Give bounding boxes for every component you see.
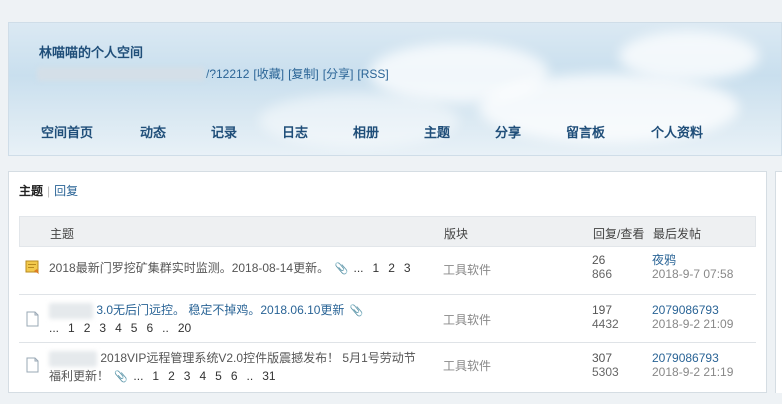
col-forum: 版块 [444, 227, 469, 241]
sidebar-edge [775, 171, 782, 393]
last-post: 夜鸦 2018-9-7 07:58 [652, 253, 733, 281]
table-row: 2018VIP远程管理系统V2.0控件版震撼发布！ 5月1号劳动节 福利更新！ … [19, 343, 756, 391]
space-url-line: /?12212 [收藏] [复制] [分享] [RSS] [37, 65, 389, 82]
last-post-user[interactable]: 2079086793 [652, 303, 733, 317]
page-link[interactable]: 2 [388, 261, 395, 275]
reply-count: 197 [592, 303, 613, 317]
thread-pager: ... 1 2 3 4 5 6.. 20 [49, 321, 200, 335]
page-link[interactable]: 20 [178, 321, 191, 335]
space-nav: 空间首页 动态 记录 日志 相册 主题 分享 留言板 个人资料 [9, 122, 781, 140]
space-url[interactable]: /?12212 [206, 67, 249, 81]
page-link[interactable]: 6 [146, 321, 153, 335]
last-post-user[interactable]: 夜鸦 [652, 253, 733, 267]
share-link[interactable]: [分享] [323, 65, 354, 82]
page-link[interactable]: 5 [215, 369, 222, 383]
reply-view-counts: 307 5303 [592, 351, 619, 379]
page-ellipsis: .. [162, 321, 169, 335]
reply-view-counts: 26 866 [592, 253, 612, 281]
last-post-time[interactable]: 2018-9-2 21:09 [652, 317, 733, 331]
nav-home[interactable]: 空间首页 [41, 122, 93, 141]
nav-share[interactable]: 分享 [495, 122, 521, 141]
redacted-text [49, 350, 97, 367]
last-post-time[interactable]: 2018-9-7 07:58 [652, 267, 733, 281]
nav-guestbook[interactable]: 留言板 [566, 122, 605, 141]
page-link[interactable]: 1 [152, 369, 159, 383]
nav-records[interactable]: 记录 [211, 122, 237, 141]
col-replies-views: 回复/查看 [593, 227, 645, 241]
thread-pager: ... 1 2 3 [353, 261, 419, 275]
thread-pager: ... 1 2 3 4 5 6.. 31 [133, 369, 284, 383]
col-last-post: 最后发帖 [653, 227, 702, 241]
page-ellipsis: ... [353, 261, 364, 275]
rss-link[interactable]: [RSS] [357, 67, 388, 81]
document-icon [26, 357, 39, 373]
page-link[interactable]: 4 [115, 321, 122, 335]
last-post-time[interactable]: 2018-9-2 21:19 [652, 365, 733, 379]
forum-name[interactable]: 工具软件 [443, 311, 491, 328]
space-title[interactable]: 林喵喵的个人空间 [39, 42, 143, 61]
table-row: 2018最新门罗挖矿集群实时监测。2018-08-14更新。 📎 ... 1 2 3 … [19, 247, 756, 295]
thread-title[interactable]: 3.0无后门远控。 稳定不掉鸡。2018.06.10更新 [96, 303, 344, 317]
nav-blog[interactable]: 日志 [282, 122, 308, 141]
page-link[interactable]: 6 [231, 369, 238, 383]
page-link[interactable]: 31 [262, 369, 275, 383]
page-link[interactable]: 1 [373, 261, 380, 275]
view-count: 866 [592, 267, 613, 281]
page-link[interactable]: 3 [184, 369, 191, 383]
table-row: 3.0无后门远控。 稳定不掉鸡。2018.06.10更新 📎 ... 1 2 3 4 5 6… [19, 295, 756, 343]
forum-name[interactable]: 工具软件 [443, 261, 491, 278]
nav-feed[interactable]: 动态 [140, 122, 166, 141]
view-count: 5303 [592, 365, 619, 379]
reply-view-counts: 197 4432 [592, 303, 619, 331]
reply-count: 26 [592, 253, 606, 267]
space-header: 林喵喵的个人空间 /?12212 [收藏] [复制] [分享] [RSS] 空间… [8, 22, 782, 156]
last-post-user[interactable]: 2079086793 [652, 351, 733, 365]
thread-title-continued[interactable]: 福利更新！ [49, 369, 109, 383]
thread-tabs: 主题 | 回复 [19, 184, 79, 198]
page-ellipsis: .. [246, 369, 254, 383]
hot-thread-icon [25, 260, 39, 274]
page-link[interactable]: 3 [99, 321, 106, 335]
redacted-text [49, 302, 93, 319]
attachment-icon: 📎 [349, 305, 364, 317]
page-link[interactable]: 3 [404, 261, 411, 275]
tab-threads[interactable]: 主题 [19, 184, 43, 198]
forum-name[interactable]: 工具软件 [443, 357, 491, 374]
attachment-icon: 📎 [114, 371, 129, 383]
favorite-link[interactable]: [收藏] [253, 65, 284, 82]
page-ellipsis: ... [49, 321, 60, 335]
view-count: 4432 [592, 317, 619, 331]
document-icon [26, 311, 39, 327]
table-header: 主题 版块 回复/查看 最后发帖 [19, 216, 756, 247]
page-ellipsis: ... [133, 369, 144, 383]
thread-title[interactable]: 2018最新门罗挖矿集群实时监测。2018-08-14更新。 [49, 261, 329, 275]
last-post: 2079086793 2018-9-2 21:09 [652, 303, 733, 331]
page-link[interactable]: 2 [168, 369, 175, 383]
page-link[interactable]: 5 [131, 321, 138, 335]
attachment-icon: 📎 [334, 263, 349, 275]
page-link[interactable]: 2 [84, 321, 91, 335]
thread-title[interactable]: 2018VIP远程管理系统V2.0控件版震撼发布！ 5月1号劳动节 [100, 351, 415, 365]
nav-threads[interactable]: 主题 [424, 122, 450, 141]
last-post: 2079086793 2018-9-2 21:19 [652, 351, 733, 379]
copy-link[interactable]: [复制] [288, 65, 319, 82]
threads-table: 主题 版块 回复/查看 最后发帖 2018最新门罗挖矿集群实时监测。2018-0… [19, 216, 756, 391]
col-topic: 主题 [50, 227, 75, 241]
nav-album[interactable]: 相册 [353, 122, 379, 141]
threads-panel: 主题 | 回复 主题 版块 回复/查看 最后发帖 2018最新门罗挖矿集群实时监测。… [8, 171, 767, 393]
page-link[interactable]: 4 [199, 369, 206, 383]
tab-replies[interactable]: 回复 [54, 184, 78, 198]
reply-count: 307 [592, 351, 613, 365]
nav-profile[interactable]: 个人资料 [651, 122, 703, 141]
redacted-url [37, 66, 205, 81]
page-link[interactable]: 1 [68, 321, 75, 335]
